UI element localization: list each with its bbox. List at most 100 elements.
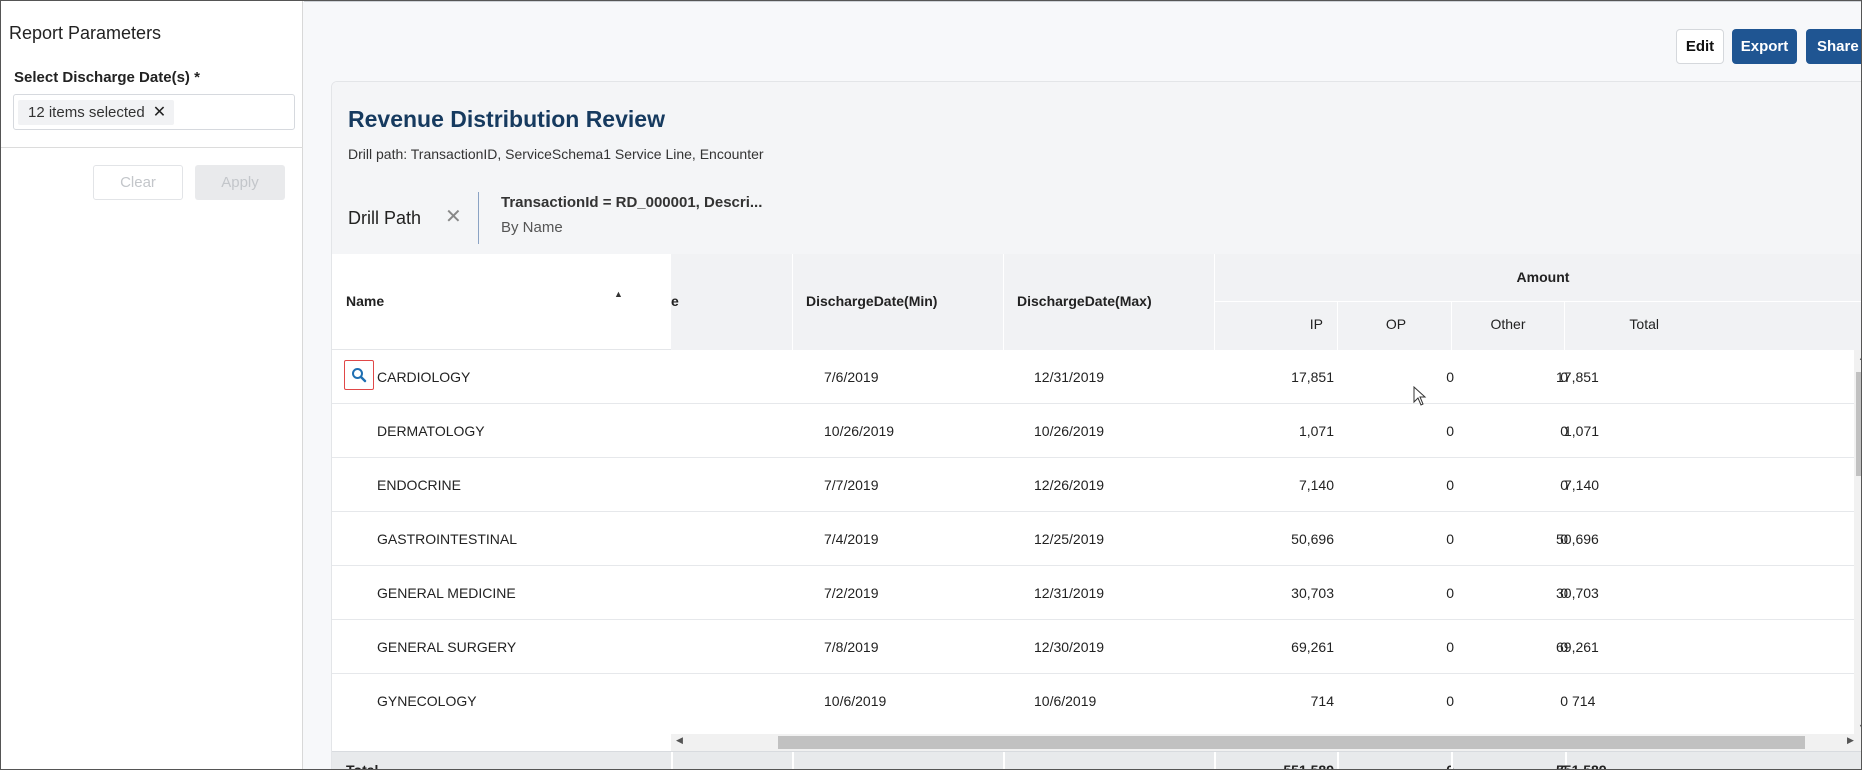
drill-path-breadcrumb[interactable]: TransactionId = RD_000001, Descri... (501, 194, 762, 211)
row-op: 0 (1446, 639, 1454, 655)
header-divider (792, 254, 793, 350)
discharge-date-label: Select Discharge Date(s) * (14, 69, 200, 86)
vertical-scrollbar[interactable]: ▲ ▼ (1854, 350, 1861, 734)
report-parameters-panel: Report Parameters Select Discharge Date(… (1, 1, 303, 769)
row-op: 0 (1446, 423, 1454, 439)
row-other: 0 (1560, 585, 1568, 601)
row-min: 10/26/2019 (824, 423, 895, 439)
row-other: 0 (1560, 639, 1568, 655)
row-max: 10/6/2019 (1034, 693, 1097, 709)
drill-path-separator (478, 192, 479, 244)
row-ip: 1,071 (1298, 423, 1334, 439)
totals-op: 0 (1337, 752, 1454, 770)
header-discharge-min[interactable]: DischargeDate(Min) (806, 293, 937, 309)
scroll-right-icon[interactable]: ▶ (1847, 735, 1854, 746)
header-divider (1003, 254, 1004, 350)
export-button[interactable]: Export (1732, 29, 1797, 64)
row-name: CARDIOLOGY (377, 369, 471, 385)
row-max: 12/26/2019 (1034, 477, 1105, 493)
row-op: 0 (1446, 585, 1454, 601)
totals-divider (1003, 752, 1005, 769)
discharge-date-select[interactable]: 12 items selected ✕ (13, 94, 295, 130)
header-name-cell[interactable]: Name ▲ (332, 254, 671, 350)
row-ip: 17,851 (1291, 369, 1334, 385)
data-table: Name ▲ e DischargeDate(Min) DischargeDat… (332, 254, 1861, 770)
table-row[interactable]: DERMATOLOGY 10/26/2019 10/26/2019 1,071 … (332, 404, 1861, 458)
horizontal-scroll-thumb[interactable] (778, 736, 1805, 749)
app-window: Report Parameters Select Discharge Date(… (0, 0, 1862, 770)
row-name: GENERAL MEDICINE (377, 585, 516, 601)
header-partial-column: e (671, 293, 679, 309)
row-ip: 50,696 (1291, 531, 1334, 547)
row-min: 7/4/2019 (824, 531, 879, 547)
row-total: 1,071 (1564, 423, 1600, 439)
clear-button[interactable]: Clear (93, 165, 183, 200)
apply-button[interactable]: Apply (195, 165, 285, 200)
row-min: 7/8/2019 (824, 639, 879, 655)
row-other: 0 (1560, 477, 1568, 493)
header-op[interactable]: OP (1338, 316, 1454, 332)
share-button[interactable]: Share (1806, 29, 1861, 64)
totals-row: Total 551,589 0 0 551,589 (332, 751, 1861, 770)
row-other: 0 (1560, 693, 1568, 709)
row-total: 69,261 (1556, 639, 1599, 655)
row-ip: 30,703 (1291, 585, 1334, 601)
drill-search-icon[interactable] (344, 360, 374, 390)
header-ip[interactable]: IP (1215, 316, 1337, 332)
table-row[interactable]: GASTROINTESTINAL 7/4/2019 12/25/2019 50,… (332, 512, 1861, 566)
row-name: ENDOCRINE (377, 477, 462, 493)
table-row[interactable]: GYNECOLOGY 10/6/2019 10/6/2019 714 0 0 7… (332, 674, 1861, 728)
report-subtitle: Drill path: TransactionID, ServiceSchema… (348, 146, 764, 162)
scroll-left-icon[interactable]: ◀ (676, 735, 683, 746)
row-max: 12/31/2019 (1034, 369, 1105, 385)
totals-other: 0 (1451, 752, 1568, 770)
report-header: Revenue Distribution Review Drill path: … (332, 82, 1861, 254)
row-min: 10/6/2019 (824, 693, 887, 709)
row-name: GYNECOLOGY (377, 693, 477, 709)
table-row[interactable]: ENDOCRINE 7/7/2019 12/26/2019 7,140 0 0 … (332, 458, 1861, 512)
row-other: 0 (1560, 531, 1568, 547)
selected-items-chip: 12 items selected ✕ (18, 100, 175, 125)
header-other[interactable]: Other (1452, 316, 1564, 332)
row-total: 7,140 (1564, 477, 1600, 493)
row-min: 7/6/2019 (824, 369, 879, 385)
header-discharge-max[interactable]: DischargeDate(Max) (1017, 293, 1152, 309)
scroll-down-icon[interactable]: ▼ (1858, 722, 1861, 732)
totals-ip: 551,589 (1283, 761, 1334, 770)
scroll-up-icon[interactable]: ▲ (1858, 352, 1861, 362)
row-op: 0 (1446, 477, 1454, 493)
header-name-label: Name (346, 293, 385, 309)
vertical-scroll-thumb[interactable] (1856, 372, 1861, 476)
row-op: 0 (1446, 531, 1454, 547)
edit-button[interactable]: Edit (1676, 29, 1724, 64)
row-name: GENERAL SURGERY (377, 639, 517, 655)
row-other: 0 (1560, 369, 1568, 385)
row-max: 10/26/2019 (1034, 423, 1105, 439)
top-border (304, 1, 1861, 6)
row-min: 7/2/2019 (824, 585, 879, 601)
row-name: GASTROINTESTINAL (377, 531, 518, 547)
totals-divider (671, 752, 673, 769)
header-total[interactable]: Total (1565, 316, 1678, 332)
chip-remove-icon[interactable]: ✕ (153, 104, 166, 121)
horizontal-scrollbar[interactable]: ◀ ▶ (671, 734, 1861, 751)
report-title: Revenue Distribution Review (348, 106, 665, 132)
row-name: DERMATOLOGY (377, 423, 485, 439)
totals-label: Total (346, 761, 379, 770)
drill-path-close-icon[interactable]: ✕ (445, 207, 462, 227)
row-op: 0 (1446, 693, 1454, 709)
sort-ascending-icon[interactable]: ▲ (614, 290, 623, 299)
table-row[interactable]: CARDIOLOGY 7/6/2019 12/31/2019 17,851 0 … (332, 350, 1861, 404)
row-min: 7/7/2019 (824, 477, 879, 493)
mouse-pointer-icon (1413, 385, 1427, 411)
totals-total: 551,589 (1556, 761, 1607, 770)
table-row[interactable]: GENERAL SURGERY 7/8/2019 12/30/2019 69,2… (332, 620, 1861, 674)
row-total: 714 (1572, 693, 1596, 709)
report-card: Revenue Distribution Review Drill path: … (331, 81, 1861, 770)
table-row[interactable]: GENERAL MEDICINE 7/2/2019 12/31/2019 30,… (332, 566, 1861, 620)
drill-path-by: By Name (501, 219, 563, 236)
divider (1, 147, 303, 148)
row-total: 30,703 (1556, 585, 1599, 601)
drill-path-label: Drill Path (348, 208, 422, 228)
row-total: 50,696 (1556, 531, 1599, 547)
